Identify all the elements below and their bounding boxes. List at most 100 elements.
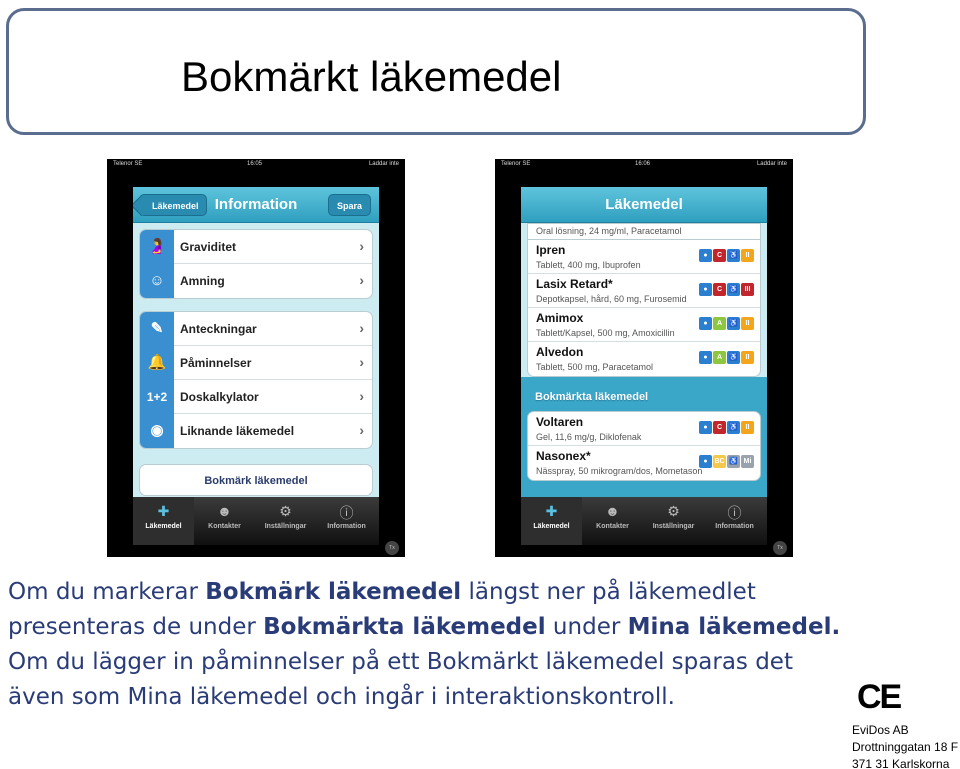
drug-badges: ● A ♿ II bbox=[698, 312, 754, 330]
tab-information[interactable]: ⓘ Information bbox=[704, 497, 765, 545]
caption-line-3: Om du lägger in påminnelser på ett Bokmä… bbox=[8, 649, 793, 675]
contacts-icon: ☻ bbox=[605, 503, 620, 519]
caption-emphasis: Mina läkemedel. bbox=[627, 614, 841, 640]
caption-emphasis: Bokmärk läkemedel bbox=[205, 579, 462, 605]
menu-item-paminnelser[interactable]: 🔔 Påminnelser › bbox=[140, 346, 372, 380]
badge-bc: BC bbox=[713, 455, 726, 468]
section-header-bookmarked: Bokmärkta läkemedel bbox=[535, 391, 649, 403]
chevron-right-icon: › bbox=[359, 422, 364, 438]
tab-installningar[interactable]: ⚙ Inställningar bbox=[643, 497, 704, 545]
driving-icon: ● bbox=[699, 317, 712, 330]
medkit-icon: ✚ bbox=[545, 503, 558, 519]
drug-name: Lasix Retard* bbox=[536, 277, 613, 291]
tab-bar: ✚ Läkemedel ☻ Kontakter ⚙ Inställningar … bbox=[133, 497, 379, 545]
badge-class: II bbox=[741, 249, 754, 262]
info-icon: ⓘ bbox=[339, 505, 354, 521]
tab-label: Inställningar bbox=[264, 523, 307, 530]
company-city: 371 31 Karlskorna bbox=[852, 757, 950, 769]
driving-icon: ● bbox=[699, 455, 712, 468]
tab-information[interactable]: ⓘ Information bbox=[316, 497, 377, 545]
slide-title: Bokmärkt läkemedel bbox=[181, 53, 562, 100]
nav-title: Läkemedel bbox=[605, 196, 683, 213]
clock-label: 16:06 bbox=[635, 161, 651, 167]
bookmark-button[interactable]: Bokmärk läkemedel bbox=[139, 464, 373, 496]
phone-screenshot-information: Telenor SE 16:05 Laddar inte Läkemedel I… bbox=[107, 159, 405, 557]
company-name: EviDos AB bbox=[852, 723, 909, 737]
drug-item-ipren[interactable]: Ipren Tablett, 400 mg, Ibuprofen ● C ♿ II bbox=[528, 240, 760, 274]
badge-a: A bbox=[713, 317, 726, 330]
caption-text: Om du markerar bbox=[8, 579, 206, 605]
drug-badges: ● BC ♿ Mi bbox=[698, 450, 754, 468]
tab-installningar[interactable]: ⚙ Inställningar bbox=[255, 497, 316, 545]
bell-icon: 🔔 bbox=[140, 346, 174, 380]
driving-icon: ● bbox=[699, 283, 712, 296]
tab-label: Kontakter bbox=[208, 523, 241, 530]
tab-kontakter[interactable]: ☻ Kontakter bbox=[582, 497, 643, 545]
badge-class: II bbox=[741, 317, 754, 330]
badge-class: II bbox=[741, 351, 754, 364]
menu-item-anteckningar[interactable]: ✎ Anteckningar › bbox=[140, 312, 372, 346]
menu-item-amning[interactable]: ☺ Amning › bbox=[140, 264, 372, 298]
tab-label: Information bbox=[327, 523, 366, 530]
drug-item-amimox[interactable]: Amimox Tablett/Kapsel, 500 mg, Amoxicill… bbox=[528, 308, 760, 342]
drug-item-lasix[interactable]: Lasix Retard* Depotkapsel, hård, 60 mg, … bbox=[528, 274, 760, 308]
chevron-right-icon: › bbox=[359, 354, 364, 370]
accessibility-icon: ♿ bbox=[727, 455, 740, 468]
carrier-label: Telenor SE bbox=[113, 161, 143, 167]
drug-description: Nässpray, 50 mikrogram/dos, Mometason bbox=[536, 466, 703, 476]
chevron-right-icon: › bbox=[359, 238, 364, 254]
battery-label: Laddar inte bbox=[368, 161, 399, 167]
accessibility-icon: ♿ bbox=[727, 283, 740, 296]
caption-line-2: presenteras de under Bokmärkta läkemedel… bbox=[8, 610, 878, 645]
clock-label: 16:05 bbox=[247, 161, 263, 167]
list-item-partial[interactable]: Oral lösning, 24 mg/ml, Paracetamol bbox=[527, 223, 761, 239]
bookmarked-list: Voltaren Gel, 11,6 mg/g, Diklofenak ● C ♿ I… bbox=[527, 411, 761, 481]
tab-kontakter[interactable]: ☻ Kontakter bbox=[194, 497, 255, 545]
tx-badge[interactable]: Tx bbox=[385, 541, 399, 555]
info-group-1: 🤰 Graviditet › ☺ Amning › bbox=[139, 229, 373, 299]
menu-item-graviditet[interactable]: 🤰 Graviditet › bbox=[140, 230, 372, 264]
menu-item-label: Amning bbox=[180, 274, 225, 288]
contacts-icon: ☻ bbox=[217, 503, 232, 519]
chevron-right-icon: › bbox=[359, 320, 364, 336]
tab-label: Läkemedel bbox=[533, 523, 570, 530]
pills-icon: ◉ bbox=[140, 414, 174, 448]
gear-icon: ⚙ bbox=[279, 503, 292, 519]
caption-text: längst ner på läkemedlet bbox=[461, 579, 756, 605]
ce-mark-logo: CE bbox=[857, 678, 902, 716]
drug-name: Voltaren bbox=[536, 415, 584, 429]
chevron-right-icon: › bbox=[359, 272, 364, 288]
driving-icon: ● bbox=[699, 351, 712, 364]
tab-bar: ✚ Läkemedel ☻ Kontakter ⚙ Inställningar … bbox=[521, 497, 767, 545]
menu-item-liknande[interactable]: ◉ Liknande läkemedel › bbox=[140, 414, 372, 448]
drug-badges: ● C ♿ II bbox=[698, 416, 754, 434]
tab-label: Kontakter bbox=[596, 523, 629, 530]
slide-title-box: Bokmärkt läkemedel bbox=[6, 8, 866, 135]
menu-item-doskalkylator[interactable]: 1+2 Doskalkylator › bbox=[140, 380, 372, 414]
drug-badges: ● A ♿ II bbox=[698, 346, 754, 364]
accessibility-icon: ♿ bbox=[727, 421, 740, 434]
badge-class: Mi bbox=[741, 455, 754, 468]
badge-class: III bbox=[741, 283, 754, 296]
save-button[interactable]: Spara bbox=[327, 194, 371, 216]
tx-badge[interactable]: Tx bbox=[773, 541, 787, 555]
drug-item-voltaren[interactable]: Voltaren Gel, 11,6 mg/g, Diklofenak ● C ♿ I… bbox=[528, 412, 760, 446]
phone-screenshot-lakemedel: Telenor SE 16:06 Laddar inte Läkemedel O… bbox=[495, 159, 793, 557]
driving-icon: ● bbox=[699, 249, 712, 262]
menu-item-label: Liknande läkemedel bbox=[180, 424, 295, 438]
drug-item-nasonex[interactable]: Nasonex* Nässpray, 50 mikrogram/dos, Mom… bbox=[528, 446, 760, 480]
drug-name: Alvedon bbox=[536, 345, 584, 359]
tab-lakemedel[interactable]: ✚ Läkemedel bbox=[133, 497, 194, 545]
tab-label: Information bbox=[715, 523, 754, 530]
accessibility-icon: ♿ bbox=[727, 249, 740, 262]
tab-lakemedel[interactable]: ✚ Läkemedel bbox=[521, 497, 582, 545]
chevron-right-icon: › bbox=[359, 388, 364, 404]
nav-bar: Läkemedel Information Spara bbox=[133, 187, 379, 223]
menu-item-label: Anteckningar bbox=[180, 322, 257, 336]
drug-description: Oral lösning, 24 mg/ml, Paracetamol bbox=[536, 226, 682, 236]
battery-label: Laddar inte bbox=[756, 161, 787, 167]
slide-caption: Om du markerar Bokmärk läkemedel längst … bbox=[8, 575, 878, 715]
drug-item-alvedon[interactable]: Alvedon Tablett, 500 mg, Paracetamol ● A ♿… bbox=[528, 342, 760, 376]
badge-c: C bbox=[713, 421, 726, 434]
pregnancy-icon: 🤰 bbox=[140, 230, 174, 264]
